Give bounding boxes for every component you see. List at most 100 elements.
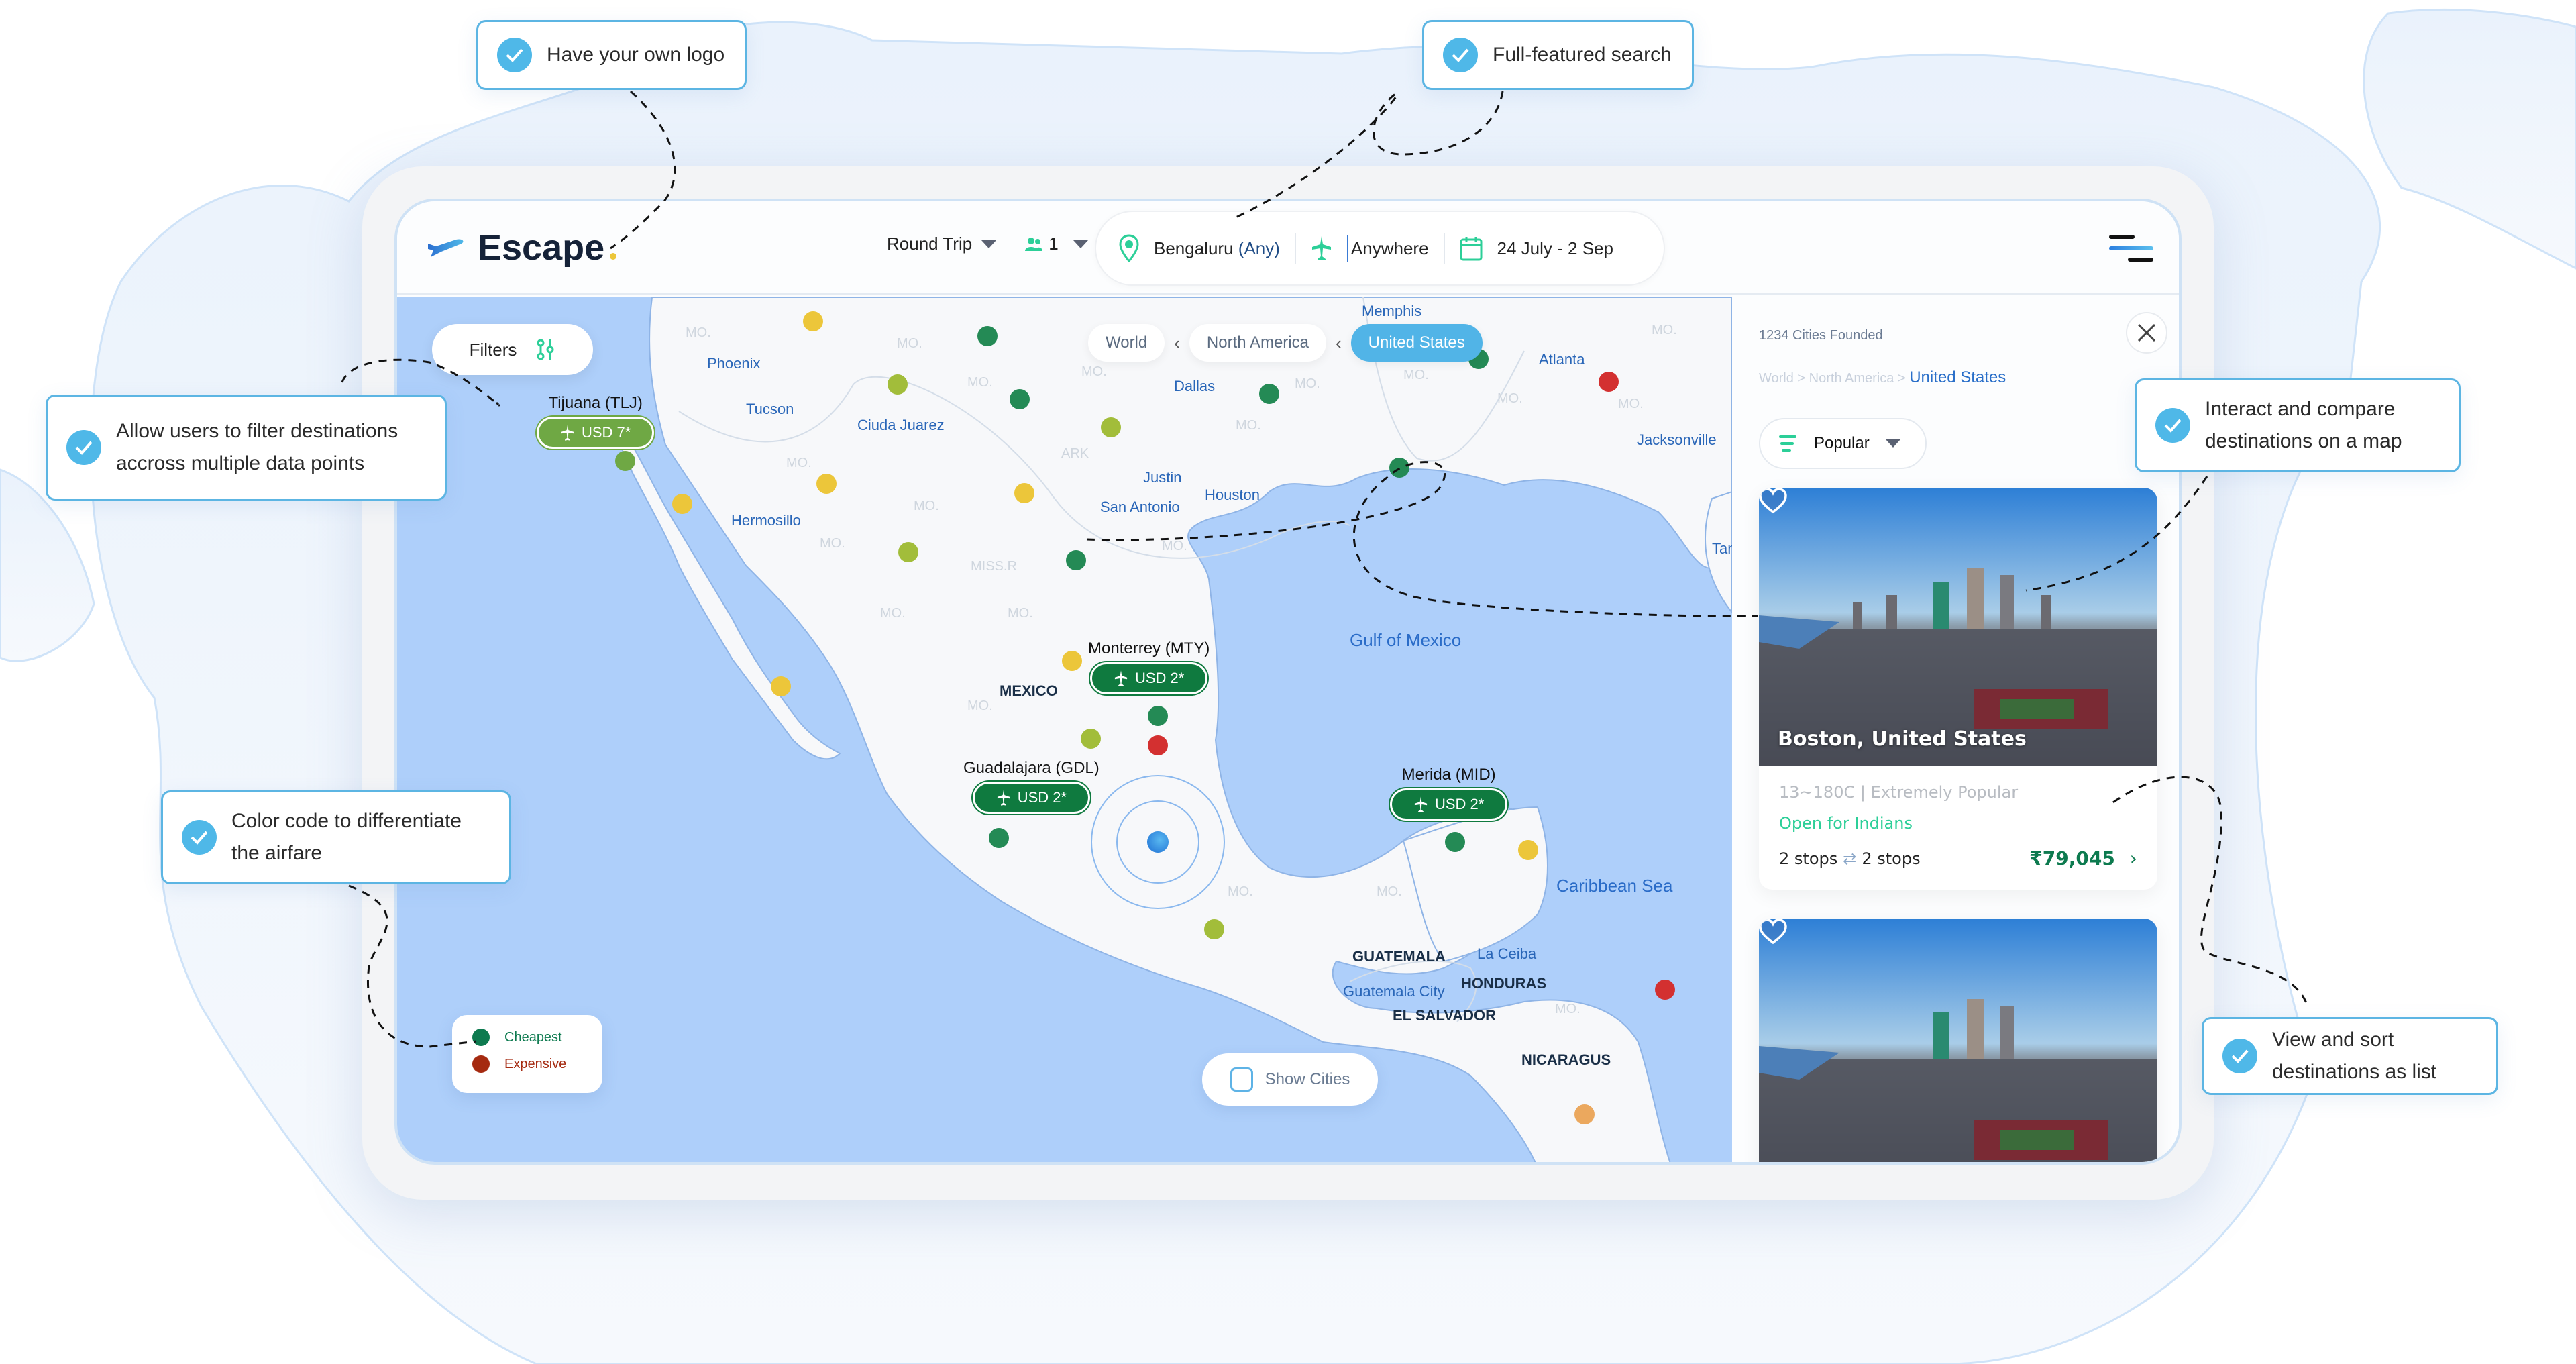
city-label[interactable]: San Antonio [1100,499,1180,516]
destination-dot[interactable] [989,828,1009,848]
price-badge[interactable]: USD 2* [972,782,1091,814]
price-badge[interactable]: USD 2* [1090,662,1208,694]
chevron-right-icon: › [2129,847,2137,870]
trip-options: Round Trip 1 [887,233,1088,254]
city-label[interactable]: Phoenix [707,355,761,372]
destination-dot[interactable] [615,451,635,471]
destination-field[interactable]: Anywhere [1311,235,1429,262]
brand-logo[interactable]: Escape [427,227,617,268]
price-tag-tijuana[interactable]: Tijuana (TLJ) USD 7* [537,394,655,449]
destination-dot[interactable] [1014,483,1034,503]
destination-dot[interactable] [803,311,823,331]
destination-dot[interactable] [1081,729,1101,749]
city-label[interactable]: Jacksonville [1637,431,1717,449]
round-trip-icon: ⇄ [1843,849,1857,868]
city-label[interactable]: Guatemala City [1343,983,1445,1000]
menu-icon [2109,235,2153,262]
check-circle-icon [182,820,217,855]
callout-text-line2: destinations on a map [2205,430,2402,452]
price-value: USD 2* [1017,789,1067,806]
chevron-left-icon: ‹ [1174,332,1180,353]
destination-dot[interactable] [977,326,998,346]
destination-dot[interactable] [1259,384,1279,404]
destination-card[interactable]: Boston, United States [1759,919,2157,1162]
city-label[interactable]: La Ceiba [1477,945,1536,963]
destination-dot[interactable] [1574,1104,1595,1124]
price-tag-monterrey[interactable]: Monterrey (MTY) USD 2* [1088,639,1210,694]
price-tag-guadalajara[interactable]: Guadalajara (GDL) USD 2* [963,759,1099,814]
destination-dot[interactable] [1101,417,1121,437]
check-circle-icon [497,38,532,72]
breadcrumb-world[interactable]: World [1088,324,1165,362]
destination-meta: 13~180C | Extremely Popular [1779,783,2019,802]
region-label: MO. [1228,884,1253,899]
region-label: MO. [1162,539,1187,554]
city-label[interactable]: Justin [1143,469,1181,486]
current-location-dot[interactable] [1147,831,1169,853]
breadcrumb-world[interactable]: World [1759,371,1794,386]
trip-type-dropdown[interactable]: Round Trip [887,233,997,254]
destination-dot[interactable] [1518,840,1538,860]
destination-dot[interactable] [898,542,918,562]
region-label: MO. [786,456,812,470]
price-badge[interactable]: USD 2* [1390,788,1508,821]
callout-text-line2: accross multiple data points [116,452,365,474]
city-label[interactable]: Dallas [1174,378,1215,395]
city-label[interactable]: Tucson [746,401,794,418]
breadcrumb-region[interactable]: North America [1809,371,1894,386]
sort-dropdown[interactable]: Popular [1759,418,1927,469]
dates-field[interactable]: 24 July - 2 Sep [1460,235,1613,261]
region-label: MISS.R [971,559,1017,574]
destination-dot[interactable] [1204,919,1224,939]
destination-dot[interactable] [1445,832,1465,852]
city-label[interactable]: Memphis [1362,303,1421,320]
show-cities-toggle[interactable]: Show Cities [1202,1053,1378,1106]
destination-dot[interactable] [1062,651,1082,671]
legend-label: Cheapest [504,1029,562,1045]
heart-icon[interactable] [1759,488,1787,515]
price-badge[interactable]: USD 7* [537,417,655,449]
destination-dot[interactable] [672,494,692,514]
menu-button[interactable] [2108,229,2155,267]
destination-dot[interactable] [1010,389,1030,409]
destination-dot[interactable] [1148,735,1168,755]
price-tag-merida[interactable]: Merida (MID) USD 2* [1390,766,1508,821]
cities-count: 1234 Cities Founded [1759,328,1883,343]
destination-card[interactable]: Boston, United States 13~180C | Extremel… [1759,488,2157,890]
divider [1443,233,1445,264]
passenger-dropdown[interactable]: 1 [1024,233,1088,254]
destination-dot[interactable] [1389,458,1409,478]
region-label: MO. [1555,1002,1580,1016]
check-circle-icon [2222,1039,2257,1073]
legend-label: Expensive [504,1056,567,1071]
show-cities-checkbox[interactable] [1230,1067,1253,1092]
callout-text-line1: Color code to differentiate [231,810,462,832]
destination-dot[interactable] [1066,550,1086,570]
origin-value: Bengaluru [1154,238,1234,258]
close-button[interactable] [2126,312,2167,354]
callout-list: View and sort destinations as list [2202,1017,2498,1095]
city-label[interactable]: Ciuda Juarez [857,417,945,434]
destination-dot[interactable] [816,474,837,494]
destination-map[interactable]: MO. MO. MO. MO. MO. MO. MO. MO. MO. MO. … [397,297,1732,1162]
city-label[interactable]: Atlanta [1539,351,1585,368]
destination-price-link[interactable]: ₹79,045 › [2029,847,2137,870]
destination-dot[interactable] [888,374,908,395]
passenger-count: 1 [1049,233,1059,254]
region-label: ARK [1061,446,1089,461]
origin-field[interactable]: Bengaluru (Any) [1119,234,1280,262]
destination-dot[interactable] [771,676,791,696]
city-label[interactable]: Hermosillo [731,512,801,529]
destination-dot[interactable] [1655,980,1675,1000]
destination-price: ₹79,045 [2029,847,2115,870]
destination-dot[interactable] [1599,372,1619,392]
destination-dot[interactable] [1148,706,1168,726]
sea-label: Caribbean Sea [1556,876,1673,896]
callout-text-line2: destinations as list [2272,1061,2437,1083]
city-label[interactable]: Houston [1205,486,1260,504]
breadcrumb-north-america[interactable]: North America [1189,324,1326,362]
city-label[interactable]: Tan [1712,540,1732,558]
filters-button[interactable]: Filters [432,324,593,375]
heart-icon[interactable] [1759,919,1787,945]
breadcrumb-united-states[interactable]: United States [1350,324,1483,362]
